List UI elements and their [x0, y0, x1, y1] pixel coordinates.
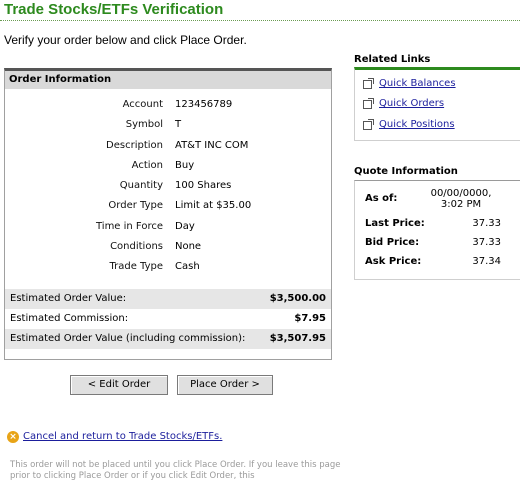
quote-value: 37.34: [472, 256, 501, 267]
detail-row-time-in-force: Time in Force Day: [5, 218, 331, 238]
related-link-label[interactable]: Quick Balances: [379, 78, 456, 89]
order-panel: Order Information Account 123456789 Symb…: [4, 68, 332, 360]
detail-value: T: [175, 119, 182, 131]
summary-value: $3,500.00: [269, 293, 326, 304]
order-details: Account 123456789 Symbol T Description A…: [5, 96, 331, 279]
detail-label: Symbol: [125, 119, 163, 131]
order-panel-header: Order Information: [5, 71, 331, 89]
x-circle-icon[interactable]: ×: [7, 431, 19, 443]
detail-label: Time in Force: [95, 220, 163, 232]
detail-row-description: Description AT&T INC COM: [5, 137, 331, 157]
detail-value: Limit at $35.00: [175, 200, 252, 212]
detail-value: Day: [175, 220, 195, 232]
quote-value: 37.33: [472, 218, 501, 229]
external-link-icon: [363, 119, 374, 130]
detail-label: Description: [106, 139, 163, 151]
title-divider: [0, 20, 520, 21]
edit-order-button[interactable]: < Edit Order: [70, 375, 168, 395]
disclaimer-text: This order will not be placed until you …: [10, 460, 341, 481]
detail-row-trade-type: Trade Type Cash: [5, 258, 331, 278]
detail-row-account: Account 123456789: [5, 96, 331, 116]
intro-text: Verify your order below and click Place …: [4, 33, 247, 47]
quote-info-title: Quote Information: [354, 166, 458, 177]
related-links-title: Related Links: [354, 54, 431, 65]
quote-label: Bid Price:: [365, 237, 420, 248]
quote-info-box: As of: 00/00/0000, 3:02 PM Last Price: 3…: [354, 180, 520, 280]
detail-label: Action: [131, 159, 163, 171]
quote-label: Ask Price:: [365, 256, 422, 267]
detail-label: Account: [122, 99, 163, 110]
summary-row-commission: Estimated Commission: $7.95: [5, 309, 331, 329]
page-title: Trade Stocks/ETFs Verification: [4, 1, 224, 18]
quote-as-of-value: 00/00/0000, 3:02 PM: [421, 188, 501, 210]
detail-label: Conditions: [110, 241, 163, 253]
detail-label: Order Type: [108, 200, 163, 212]
quote-as-of-time: 3:02 PM: [440, 199, 482, 210]
related-links-box: Quick Balances Quick Orders Quick Positi…: [354, 67, 520, 141]
detail-row-symbol: Symbol T: [5, 116, 331, 136]
summary-row-order-value: Estimated Order Value: $3,500.00: [5, 289, 331, 309]
detail-value: AT&T INC COM: [175, 139, 249, 151]
summary-label: Estimated Commission:: [10, 313, 129, 324]
detail-value: Buy: [175, 159, 195, 171]
quote-label: Last Price:: [365, 218, 425, 229]
summary-row-total: Estimated Order Value (including commiss…: [5, 329, 331, 349]
external-link-icon: [363, 78, 374, 89]
external-link-icon: [363, 98, 374, 109]
detail-row-quantity: Quantity 100 Shares: [5, 177, 331, 197]
related-link-label[interactable]: Quick Positions: [379, 119, 455, 130]
summary-label: Estimated Order Value (including commiss…: [10, 333, 246, 344]
detail-value: 100 Shares: [175, 180, 232, 192]
quote-row-bid-price: Bid Price: 37.33: [365, 237, 501, 251]
quote-label: As of:: [365, 193, 398, 204]
related-link-label[interactable]: Quick Orders: [379, 98, 444, 109]
summary-value: $3,507.95: [269, 333, 326, 344]
cancel-link[interactable]: Cancel and return to Trade Stocks/ETFs.: [23, 431, 222, 442]
summary-label: Estimated Order Value:: [10, 293, 127, 304]
quote-row-ask-price: Ask Price: 37.34: [365, 256, 501, 270]
detail-row-action: Action Buy: [5, 157, 331, 177]
detail-row-conditions: Conditions None: [5, 238, 331, 258]
detail-value: Cash: [175, 261, 200, 273]
detail-value: 123456789: [175, 99, 233, 110]
quote-row-as-of: As of: 00/00/0000, 3:02 PM: [365, 188, 501, 214]
summary-value: $7.95: [294, 313, 326, 324]
detail-value: None: [175, 241, 202, 253]
quote-as-of-date: 00/00/0000,: [430, 188, 492, 199]
detail-label: Trade Type: [109, 261, 163, 273]
detail-row-order-type: Order Type Limit at $35.00: [5, 197, 331, 217]
detail-label: Quantity: [119, 180, 163, 192]
place-order-button[interactable]: Place Order >: [177, 375, 273, 395]
quote-value: 37.33: [472, 237, 501, 248]
quote-row-last-price: Last Price: 37.33: [365, 218, 501, 232]
